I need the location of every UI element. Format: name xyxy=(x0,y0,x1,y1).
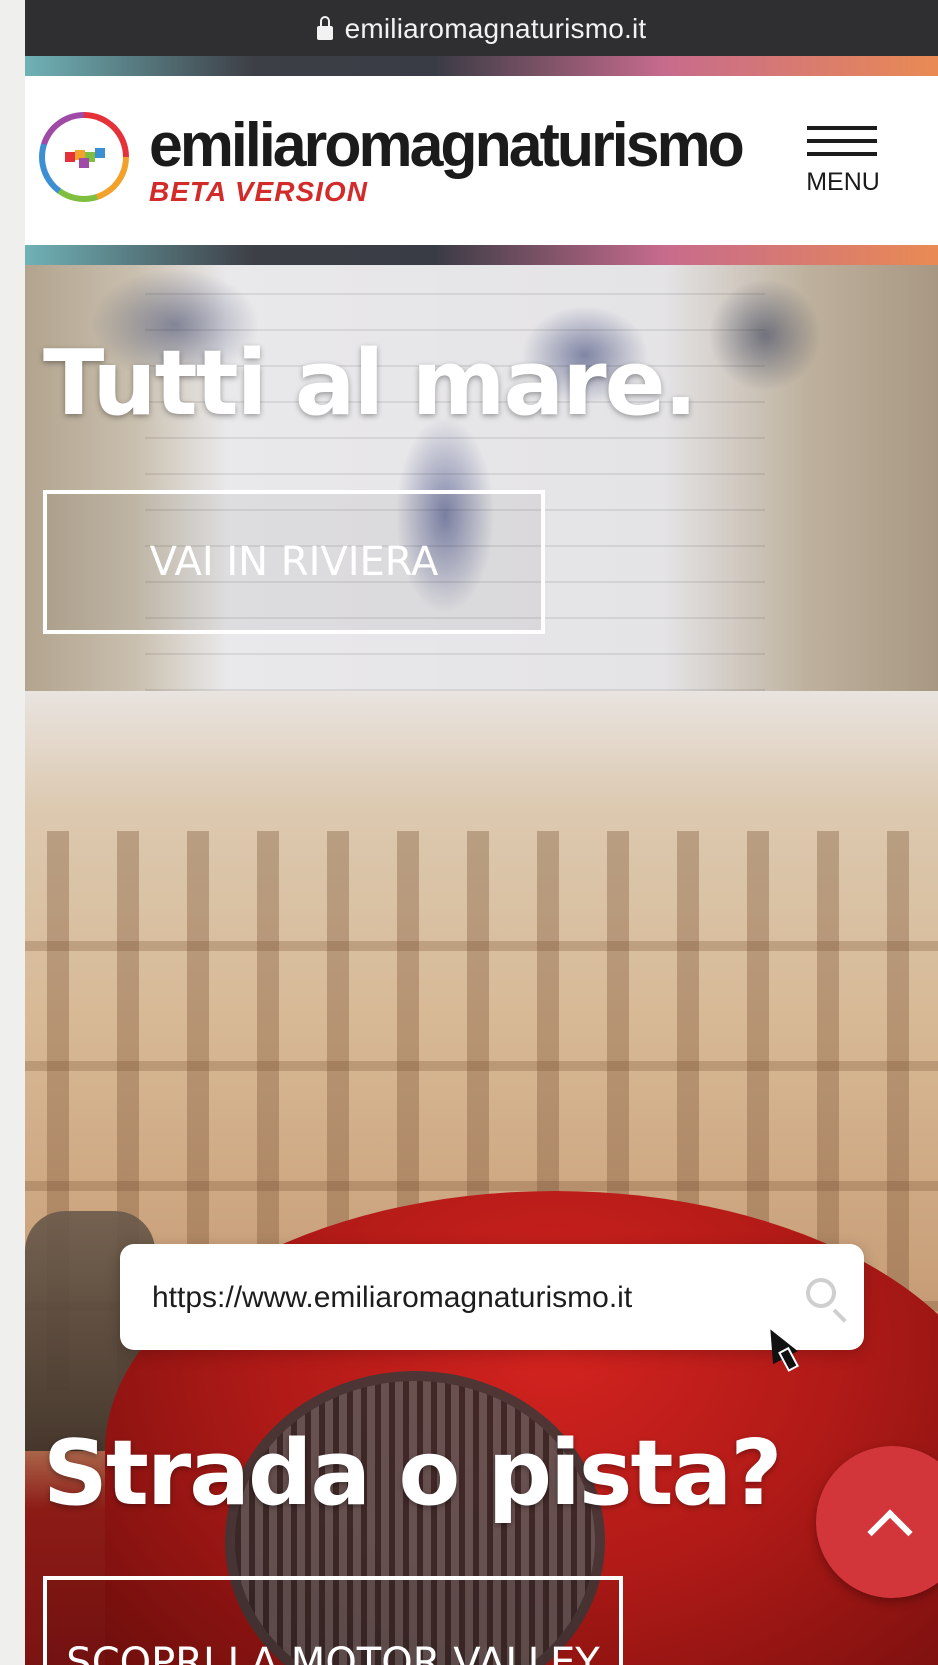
hamburger-icon-bar xyxy=(807,152,877,156)
phone-viewport: emiliaromagnaturismo.it emiliaromagnatur… xyxy=(25,0,938,1665)
site-header: emiliaromagnaturismo BETA VERSION MENU xyxy=(25,76,938,245)
hamburger-icon xyxy=(807,126,877,130)
hero-sea-title: Tutti al mare. xyxy=(43,331,698,436)
lock-icon xyxy=(316,16,333,40)
color-stripe-bottom xyxy=(25,245,938,265)
browser-url-text[interactable]: emiliaromagnaturismo.it xyxy=(345,13,647,45)
logo-mark-icon xyxy=(65,146,107,168)
menu-label: MENU xyxy=(806,168,880,196)
hero-sea-image: Tutti al mare. VAI IN RIVIERA xyxy=(25,265,938,691)
scopri-motor-valley-button[interactable]: SCOPRI LA MOTOR VALLEY xyxy=(43,1576,623,1665)
search-icon[interactable] xyxy=(806,1278,836,1308)
screen: emiliaromagnaturismo.it emiliaromagnatur… xyxy=(0,0,938,1665)
chevron-up-icon xyxy=(867,1509,913,1555)
search-overlay xyxy=(120,1244,864,1352)
color-stripe-top xyxy=(25,56,938,76)
vai-in-riviera-button[interactable]: VAI IN RIVIERA xyxy=(43,490,545,634)
hamburger-icon-bar xyxy=(807,139,877,143)
hero-motor-title: Strada o pista? xyxy=(43,1421,782,1526)
menu-button[interactable]: MENU xyxy=(797,126,889,206)
hero-motor-image: Strada o pista? SCOPRI LA MOTOR VALLEY xyxy=(25,691,938,1665)
browser-url-bar[interactable]: emiliaromagnaturismo.it xyxy=(25,0,938,58)
beta-badge: BETA VERSION xyxy=(149,176,368,207)
search-input[interactable] xyxy=(150,1244,754,1352)
brand-name[interactable]: emiliaromagnaturismo xyxy=(149,106,745,187)
